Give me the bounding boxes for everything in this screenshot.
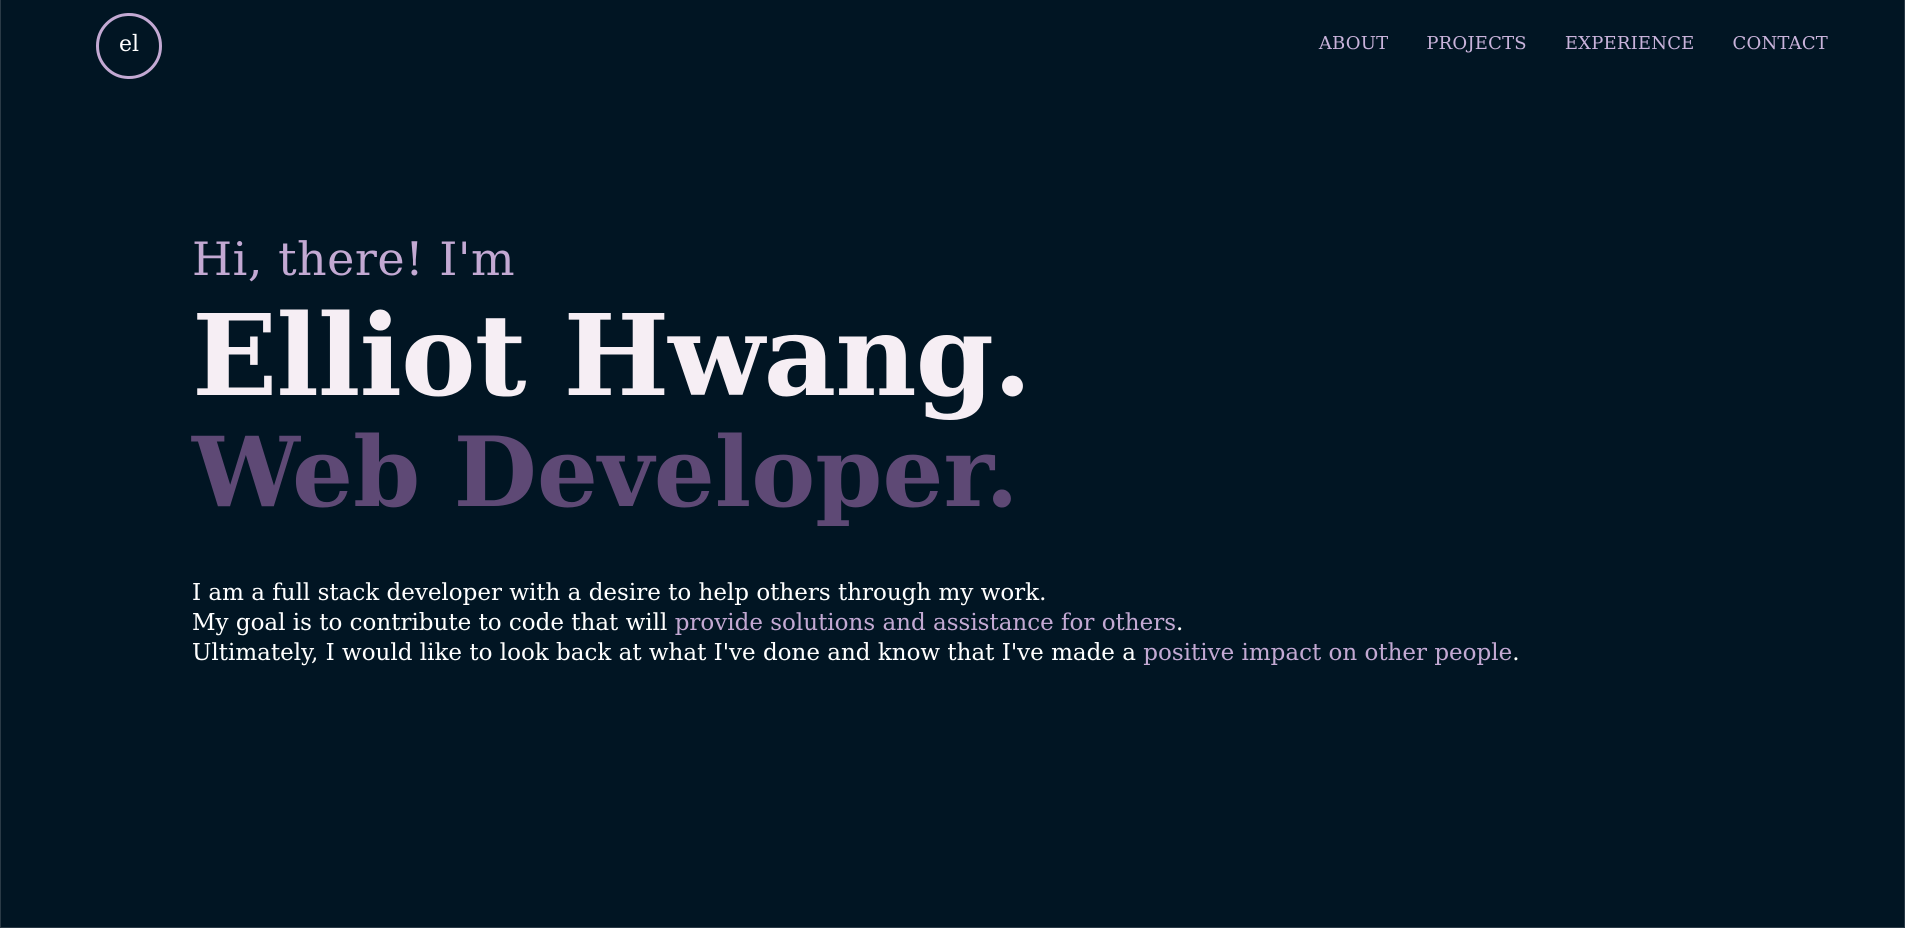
hero-section: Hi, there! I'm Elliot Hwang. Web Develop… <box>192 232 1792 668</box>
intro-line-2: My goal is to contribute to code that wi… <box>192 608 1792 638</box>
intro-line-3-highlight: positive impact on other people <box>1143 640 1513 667</box>
hero-name: Elliot Hwang. <box>192 291 1032 423</box>
hero-greeting: Hi, there! I'm <box>192 232 516 286</box>
intro-line-2-suffix: . <box>1176 610 1184 637</box>
intro-line-3-suffix: . <box>1512 640 1520 667</box>
nav-contact[interactable]: CONTACT <box>1733 33 1828 54</box>
logo-text: el <box>118 32 140 57</box>
hero-role: Web Developer. <box>192 415 1019 529</box>
top-nav: ABOUT PROJECTS EXPERIENCE CONTACT <box>1319 33 1828 54</box>
logo-button[interactable]: el <box>96 13 162 79</box>
nav-about[interactable]: ABOUT <box>1319 33 1389 54</box>
nav-projects[interactable]: PROJECTS <box>1426 33 1527 54</box>
intro-line-2-highlight: provide solutions and assistance for oth… <box>674 610 1177 637</box>
intro-line-3-prefix: Ultimately, I would like to look back at… <box>192 640 1144 667</box>
intro-line-1: I am a full stack developer with a desir… <box>192 580 1047 607</box>
intro-line-3: Ultimately, I would like to look back at… <box>192 638 1792 668</box>
intro-line-2-prefix: My goal is to contribute to code that wi… <box>192 610 675 637</box>
hero-intro: I am a full stack developer with a desir… <box>192 578 1792 668</box>
nav-experience[interactable]: EXPERIENCE <box>1565 33 1695 54</box>
